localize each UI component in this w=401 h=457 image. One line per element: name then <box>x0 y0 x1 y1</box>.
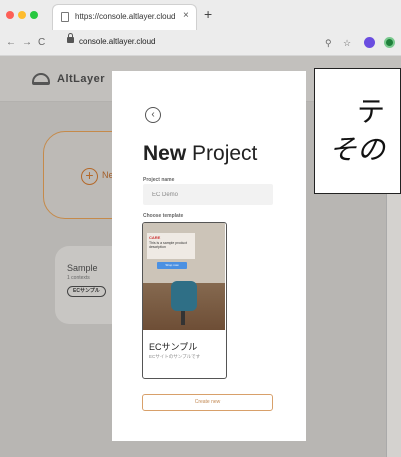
callout-line-1: テ <box>357 95 386 128</box>
thumbnail-brand: CARE <box>149 235 161 240</box>
project-title: Sample <box>67 263 98 273</box>
back-icon[interactable]: ← <box>6 38 16 48</box>
browser-chrome: https://console.altlayer.cloud × + ← → C… <box>0 0 401 56</box>
browser-tab[interactable]: https://console.altlayer.cloud × <box>52 4 197 30</box>
create-button[interactable]: Create new <box>142 394 273 411</box>
thumbnail-banner: CARE This is a sample product descriptio… <box>147 233 195 259</box>
annotation-callout: テ その <box>314 68 401 194</box>
maximize-window-button[interactable] <box>30 11 38 19</box>
page-icon <box>61 12 69 22</box>
profile-avatar[interactable] <box>384 37 395 48</box>
plus-icon: + <box>81 168 98 185</box>
modal-title: New Project <box>143 142 257 166</box>
close-icon[interactable]: × <box>183 10 189 21</box>
lock-icon <box>67 33 74 43</box>
thumbnail-chair <box>171 281 197 311</box>
close-window-button[interactable] <box>6 11 14 19</box>
callout-line-2: その <box>329 133 386 166</box>
modal-title-rest: Project <box>186 142 258 165</box>
search-icon[interactable]: ⚲ <box>325 38 332 48</box>
extension-icon[interactable] <box>364 37 375 48</box>
project-name-input[interactable] <box>143 184 273 205</box>
project-name-label: Project name <box>143 177 175 183</box>
reload-icon[interactable]: C <box>38 38 45 48</box>
thumbnail-cta: Shop now <box>157 262 187 269</box>
thumbnail-chair-base <box>181 311 185 325</box>
template-description: ECサイトのサンプルです <box>149 354 201 359</box>
template-tag: ECサンプル <box>67 286 106 297</box>
star-icon[interactable]: ☆ <box>343 38 351 48</box>
tab-title: https://console.altlayer.cloud <box>75 12 176 21</box>
address-bar[interactable]: console.altlayer.cloud <box>55 33 335 51</box>
back-button[interactable]: ‹ <box>145 107 161 123</box>
template-label: Choose template <box>143 213 184 219</box>
new-project-modal: ‹ New Project Project name Choose templa… <box>112 71 306 441</box>
logo-text: AltLayer <box>57 73 106 85</box>
forward-icon[interactable]: → <box>22 38 32 48</box>
minimize-window-button[interactable] <box>18 11 26 19</box>
new-tab-button[interactable]: + <box>204 7 212 21</box>
project-subtitle: 1 contexts <box>67 275 90 281</box>
modal-title-bold: New <box>143 142 187 165</box>
template-thumbnail: CARE This is a sample product descriptio… <box>143 223 225 330</box>
template-card[interactable]: CARE This is a sample product descriptio… <box>142 222 227 379</box>
thumbnail-text: This is a sample product description <box>149 241 187 249</box>
logo-icon <box>32 73 50 85</box>
template-name: ECサンプル <box>149 342 198 352</box>
address-text: console.altlayer.cloud <box>79 37 156 46</box>
